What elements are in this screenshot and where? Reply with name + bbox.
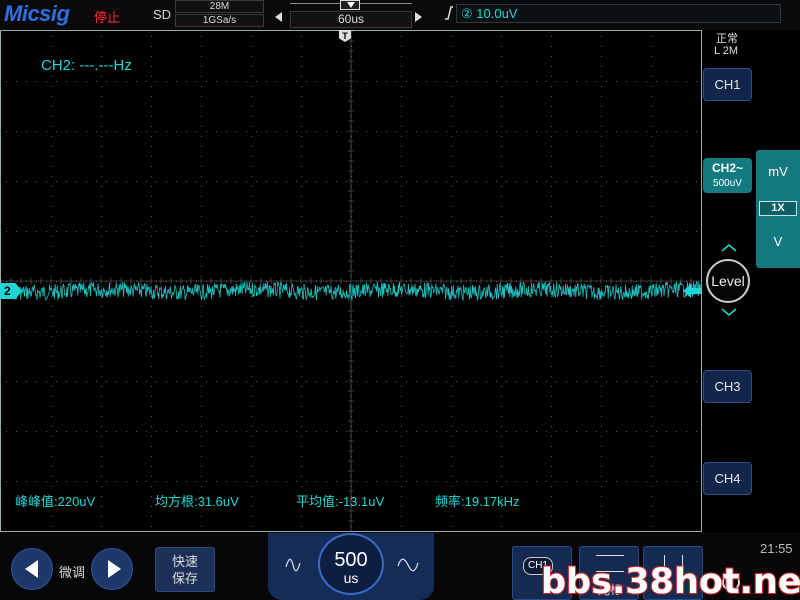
arrow-right-icon [108, 560, 121, 578]
timebase-left-arrow-icon[interactable] [275, 12, 282, 22]
ch2-label: CH2~ [711, 161, 744, 175]
run-stop-status[interactable]: 停止 [94, 7, 120, 26]
fine-adjust-right-button[interactable] [91, 548, 133, 590]
timebase-right-arrow-icon[interactable] [415, 12, 422, 22]
grid-dots [6, 36, 697, 527]
trigger-level-marker-icon[interactable] [683, 284, 701, 298]
clock: 21:55 [760, 541, 793, 556]
measurement-peak-to-peak: 峰峰值:220uV [15, 494, 96, 509]
memory-depth[interactable]: 28M [175, 0, 264, 13]
ch4-button[interactable]: CH4 [703, 462, 752, 495]
fine-adjust-label: 微调 [59, 565, 86, 580]
graticule-grid [1, 31, 701, 531]
unit-mv-button[interactable]: mV [756, 164, 800, 179]
center-axes [1, 31, 701, 531]
cursor-line-icon [596, 555, 624, 556]
sine-wave-wide-icon[interactable] [397, 556, 419, 574]
watermark: bbs.38hot.net [540, 561, 800, 600]
ch3-button[interactable]: CH3 [703, 370, 752, 403]
acquisition-mode: 正常 [716, 33, 738, 45]
quick-save-label-1: 快速 [171, 554, 198, 569]
timebase-readout[interactable]: 60us [290, 11, 412, 28]
vertical-scale-panel: mV 1X V [756, 150, 800, 268]
horizontal-position-marker[interactable] [340, 0, 360, 10]
acquisition-type[interactable]: SD [153, 7, 171, 22]
trigger-level-readout[interactable]: ② 10.0uV [456, 4, 781, 23]
quick-save-button[interactable]: 快速 保存 [155, 547, 215, 592]
ch2-vertical-scale: 500uV [713, 178, 742, 189]
quick-save-label-2: 保存 [171, 571, 198, 586]
ch1-button[interactable]: CH1 [703, 68, 752, 101]
fine-adjust-left-button[interactable] [11, 548, 53, 590]
sine-wave-icon[interactable] [284, 556, 302, 574]
chevron-down-icon[interactable] [721, 307, 737, 317]
ch2-button[interactable]: CH2~ 500uV [703, 158, 752, 193]
measurement-mean: 平均值:-13.1uV [296, 494, 385, 509]
timebase-dial-unit: us [343, 570, 359, 586]
memory-length: L 2M [714, 45, 739, 57]
waveform-display[interactable] [0, 30, 702, 532]
rising-edge-icon [445, 6, 453, 20]
probe-ratio[interactable]: 1X [759, 201, 797, 216]
frequency-counter: CH2: ---.---Hz [41, 57, 132, 74]
measurement-rms: 均方根:31.6uV [155, 494, 239, 509]
arrow-left-icon [25, 560, 38, 578]
sample-rate[interactable]: 1GSa/s [175, 14, 264, 27]
ac-coupling-icon: ~ [736, 161, 744, 175]
brand-logo: Micsig [4, 1, 70, 26]
chevron-up-icon[interactable] [721, 243, 737, 253]
measurement-frequency: 频率:19.17kHz [435, 494, 520, 509]
unit-v-button[interactable]: V [756, 234, 800, 249]
level-knob[interactable]: Level [706, 259, 750, 303]
timebase-dial-value: 500 [334, 549, 368, 571]
